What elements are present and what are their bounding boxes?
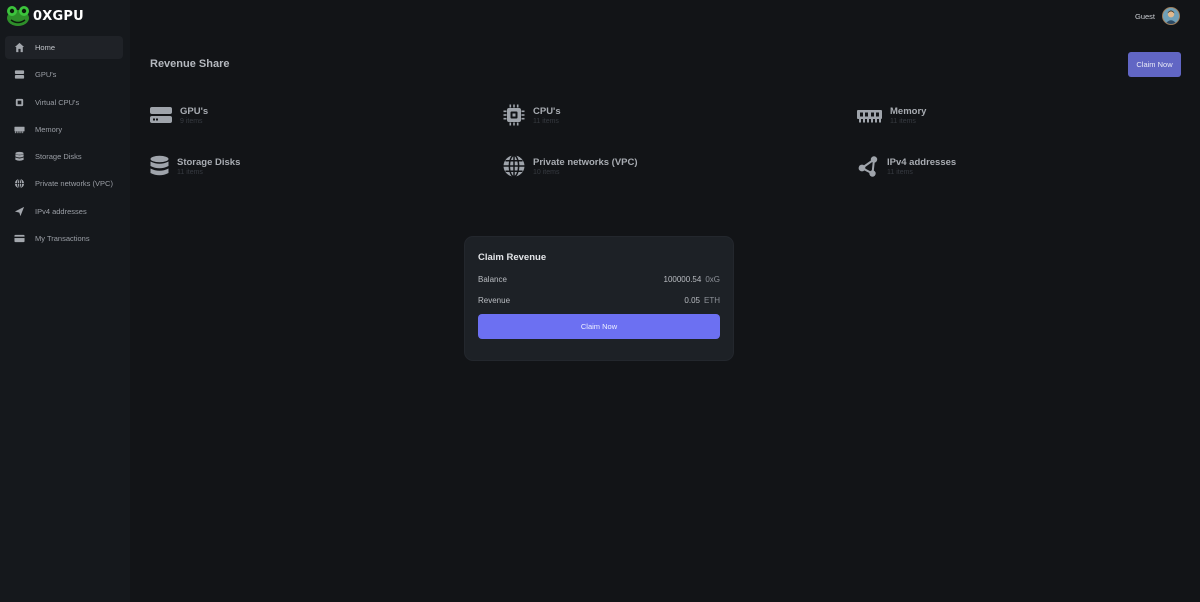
claim-now-button[interactable]: Claim Now [1128,52,1181,77]
brand-name: 0XGPU [33,8,84,24]
claim-revenue-modal: Claim Revenue Balance 100000.54 0xG Reve… [465,237,733,360]
resource-text: Storage Disks 11 items [177,157,240,176]
frog-logo-icon [7,6,29,26]
sidebar: 0XGPU Home GPU's Virtual CPU's Memory St… [0,0,130,602]
modal-title: Claim Revenue [478,252,547,263]
cpu-icon [503,104,525,126]
server-icon [13,68,26,81]
sidebar-item-label: Memory [35,124,63,134]
globe-icon [13,177,26,190]
sidebar-item-label: GPU's [35,70,57,80]
send-icon [13,205,26,218]
memory-icon [13,123,26,136]
resource-text: IPv4 addresses 11 items [887,157,956,176]
resource-card-ipv4[interactable]: IPv4 addresses 11 items [857,149,956,183]
resource-card-gpus[interactable]: GPU's 9 items [150,98,208,132]
resource-text: Private networks (VPC) 10 items [533,157,638,176]
sidebar-item-label: Private networks (VPC) [35,179,113,189]
resource-title: Storage Disks [177,156,241,168]
page-title: Revenue Share [150,58,230,70]
resource-count: 9 items [180,117,203,125]
sidebar-item-gpus[interactable]: GPU's [5,63,123,86]
resource-card-storage-disks[interactable]: Storage Disks 11 items [150,149,240,183]
resource-count: 11 items [887,168,913,176]
user-name: Guest [1134,11,1155,21]
memory-icon [857,104,882,126]
sidebar-item-ipv4[interactable]: IPv4 addresses [5,200,123,223]
home-icon [13,41,26,54]
sidebar-item-home[interactable]: Home [5,36,123,59]
balance-amount: 100000.54 0xG [664,275,721,284]
server-icon [150,104,172,126]
revenue-row: Revenue 0.05 ETH [478,294,720,306]
resource-count: 11 items [177,168,203,176]
brand[interactable]: 0XGPU [6,5,84,27]
revenue-value: 0.05 [684,295,700,305]
resource-title: CPU's [533,105,561,117]
balance-label: Balance [478,274,507,284]
claim-now-modal-button[interactable]: Claim Now [478,314,720,339]
resource-title: IPv4 addresses [887,156,957,168]
sidebar-item-label: Storage Disks [35,152,82,162]
resource-title: Private networks (VPC) [533,156,638,168]
resource-count: 11 items [890,117,916,125]
cpu-icon [13,96,26,109]
balance-value: 100000.54 [663,274,702,284]
sidebar-item-transactions[interactable]: My Transactions [5,227,123,250]
nodes-icon [857,155,879,177]
resource-card-cpus[interactable]: CPU's 11 items [503,98,561,132]
sidebar-item-label: Virtual CPU's [35,97,80,107]
database-icon [13,150,26,163]
resource-text: GPU's 9 items [180,106,208,125]
revenue-unit: ETH [704,295,720,305]
revenue-label: Revenue [478,295,511,305]
balance-row: Balance 100000.54 0xG [478,273,720,285]
sidebar-item-label: IPv4 addresses [35,206,87,216]
resource-text: CPU's 11 items [533,106,561,125]
resource-title: Memory [890,105,927,117]
sidebar-item-label: My Transactions [35,234,90,244]
sidebar-item-label: Home [35,43,56,52]
globe-icon [503,155,525,177]
user-menu[interactable]: Guest [1135,7,1180,25]
sidebar-item-virtual-cpus[interactable]: Virtual CPU's [5,91,123,114]
resource-card-memory[interactable]: Memory 11 items [857,98,926,132]
database-icon [150,155,169,177]
user-avatar[interactable] [1162,7,1180,25]
sidebar-item-storage-disks[interactable]: Storage Disks [5,145,123,168]
balance-unit: 0xG [705,274,720,284]
resource-title: GPU's [180,105,209,117]
resource-count: 10 items [533,168,560,176]
sidebar-item-memory[interactable]: Memory [5,118,123,141]
sidebar-nav: Home GPU's Virtual CPU's Memory Storage … [5,36,123,254]
card-icon [13,232,26,245]
resource-text: Memory 11 items [890,106,926,125]
sidebar-item-private-networks[interactable]: Private networks (VPC) [5,172,123,195]
resource-count: 11 items [533,117,559,125]
revenue-amount: 0.05 ETH [684,296,720,305]
resource-card-private-networks[interactable]: Private networks (VPC) 10 items [503,149,638,183]
